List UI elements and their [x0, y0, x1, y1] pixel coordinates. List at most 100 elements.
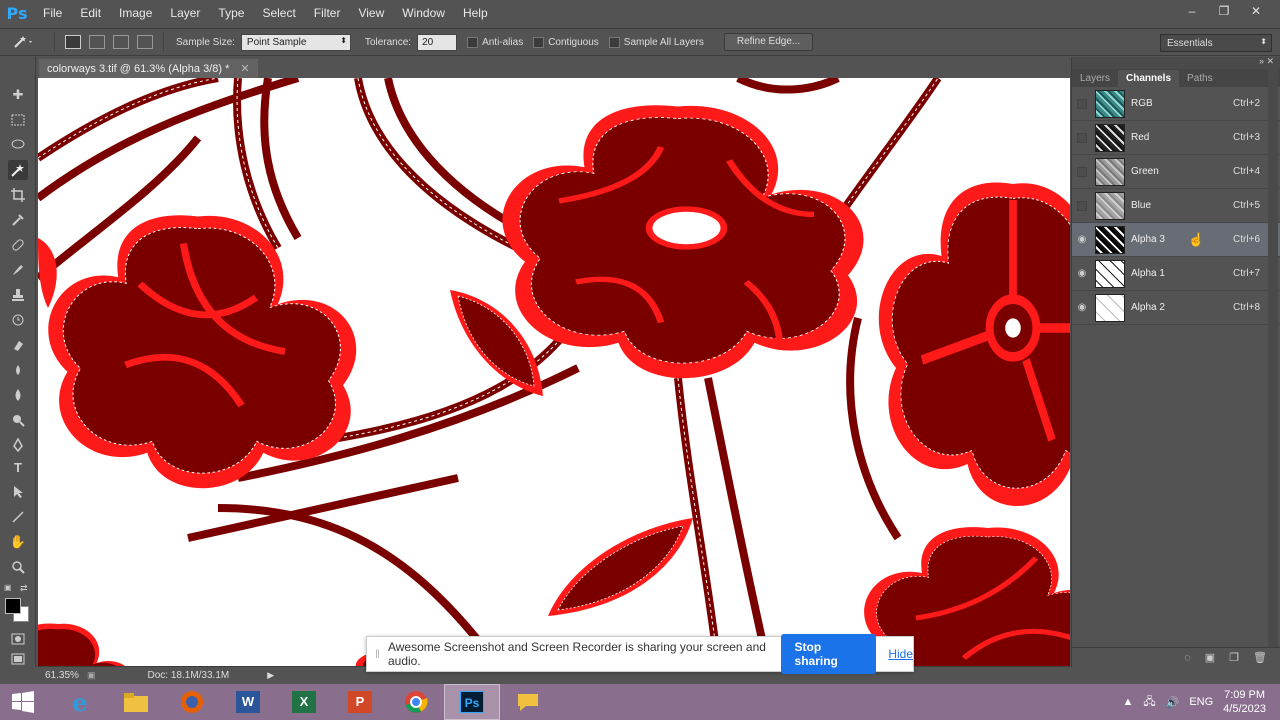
start-button[interactable] — [0, 684, 46, 720]
internet-explorer-icon[interactable]: e — [52, 684, 108, 720]
channel-row-green[interactable]: Green Ctrl+4 — [1072, 155, 1280, 189]
tolerance-input[interactable]: 20 — [417, 33, 458, 51]
gradient-tool-icon[interactable] — [8, 360, 28, 380]
word-icon[interactable]: W — [220, 684, 276, 720]
document-tab[interactable]: colorways 3.tif @ 61.3% (Alpha 3/8) * ✕ — [39, 59, 258, 78]
language-indicator[interactable]: ENG — [1189, 696, 1213, 708]
menu-select[interactable]: Select — [253, 0, 304, 26]
zoom-tool-icon[interactable] — [8, 557, 28, 577]
channel-shortcut: Ctrl+8 — [1233, 302, 1260, 313]
marquee-tool-icon[interactable] — [8, 110, 28, 130]
type-tool-icon[interactable]: T — [8, 457, 28, 477]
messages-icon[interactable] — [500, 684, 556, 720]
path-selection-tool-icon[interactable] — [8, 482, 28, 502]
chrome-icon[interactable] — [388, 684, 444, 720]
menu-layer[interactable]: Layer — [161, 0, 209, 26]
restore-icon[interactable]: ❐ — [1210, 2, 1238, 20]
sample-all-layers-checkbox[interactable] — [608, 36, 620, 48]
eyedropper-tool-icon[interactable] — [8, 210, 28, 230]
history-brush-tool-icon[interactable] — [8, 310, 28, 330]
document-canvas[interactable] — [38, 78, 1070, 666]
anti-alias-checkbox[interactable] — [467, 36, 479, 48]
menu-edit[interactable]: Edit — [71, 0, 110, 26]
hide-link[interactable]: Hide — [888, 647, 913, 661]
subtract-from-selection-icon[interactable] — [113, 35, 129, 49]
collapse-panels-icon[interactable]: » ✕ — [1259, 56, 1274, 67]
magic-wand-tool-icon[interactable] — [8, 160, 28, 180]
brush-tool-icon[interactable] — [8, 260, 28, 280]
eye-icon[interactable]: ◉ — [1072, 268, 1092, 279]
panel-scrollbar[interactable] — [1268, 69, 1278, 649]
menu-window[interactable]: Window — [393, 0, 454, 26]
load-channel-as-selection-icon[interactable]: ◌ — [1184, 652, 1191, 664]
show-hidden-icons-icon[interactable]: ▲ — [1122, 696, 1133, 708]
foreground-color-swatch[interactable] — [5, 598, 21, 614]
lasso-tool-icon[interactable] — [8, 135, 28, 155]
network-icon[interactable]: 🖧 — [1143, 693, 1155, 712]
menu-help[interactable]: Help — [454, 0, 497, 26]
eye-icon[interactable]: ◉ — [1072, 302, 1092, 313]
excel-icon[interactable]: X — [276, 684, 332, 720]
sample-size-value: Point Sample — [246, 36, 307, 48]
line-tool-icon[interactable] — [8, 507, 28, 527]
status-info-icon[interactable]: ▣ — [87, 670, 96, 681]
swap-colors-icon[interactable]: ⇄ — [20, 583, 30, 593]
default-colors-icon[interactable]: ▣ — [4, 583, 14, 593]
tab-paths[interactable]: Paths — [1179, 70, 1221, 87]
delete-channel-icon[interactable]: 🗑 — [1253, 651, 1267, 664]
save-selection-as-channel-icon[interactable]: ▣ — [1205, 651, 1215, 664]
close-document-icon[interactable]: ✕ — [240, 63, 249, 75]
drag-handle-icon[interactable]: ‖ — [375, 647, 380, 661]
tab-layers[interactable]: Layers — [1072, 70, 1118, 87]
channel-row-alpha-2[interactable]: ◉ Alpha 2 Ctrl+8 — [1072, 291, 1280, 325]
visibility-toggle[interactable] — [1072, 132, 1092, 143]
magic-wand-preset-icon[interactable] — [0, 34, 48, 50]
menu-type[interactable]: Type — [209, 0, 253, 26]
menu-filter[interactable]: Filter — [305, 0, 350, 26]
status-menu-arrow-icon[interactable]: ▶ — [267, 670, 274, 681]
zoom-level-field[interactable]: 61.35% — [37, 670, 79, 681]
volume-icon[interactable]: 🔊 — [1166, 696, 1180, 709]
intersect-selection-icon[interactable] — [137, 35, 153, 49]
eye-icon[interactable]: ◉ — [1072, 234, 1092, 245]
healing-brush-tool-icon[interactable] — [8, 235, 28, 255]
visibility-toggle[interactable] — [1072, 166, 1092, 177]
clock[interactable]: 7:09 PM 4/5/2023 — [1223, 688, 1266, 716]
new-channel-icon[interactable]: ❐ — [1229, 651, 1239, 664]
new-selection-icon[interactable] — [65, 35, 81, 49]
workspace-select[interactable]: Essentials ⬍ — [1160, 34, 1272, 52]
pen-tool-icon[interactable] — [8, 435, 28, 455]
powerpoint-icon[interactable]: P — [332, 684, 388, 720]
visibility-toggle[interactable] — [1072, 200, 1092, 211]
clone-stamp-tool-icon[interactable] — [8, 285, 28, 305]
menu-file[interactable]: File — [34, 0, 71, 26]
channel-row-rgb[interactable]: RGB Ctrl+2 — [1072, 87, 1280, 121]
quick-mask-icon[interactable] — [8, 629, 28, 649]
hand-tool-icon[interactable]: ✋ — [8, 532, 28, 552]
channel-row-alpha-1[interactable]: ◉ Alpha 1 Ctrl+7 — [1072, 257, 1280, 291]
minimize-icon[interactable]: – — [1178, 2, 1206, 20]
add-to-selection-icon[interactable] — [89, 35, 105, 49]
tab-channels[interactable]: Channels — [1118, 70, 1180, 87]
dodge-tool-icon[interactable] — [8, 410, 28, 430]
move-tool-icon[interactable]: ✚ — [8, 85, 28, 105]
file-explorer-icon[interactable] — [108, 684, 164, 720]
eraser-tool-icon[interactable] — [8, 335, 28, 355]
close-icon[interactable]: ✕ — [1242, 2, 1270, 20]
menu-image[interactable]: Image — [110, 0, 161, 26]
blur-tool-icon[interactable] — [8, 385, 28, 405]
refine-edge-button[interactable]: Refine Edge... — [723, 33, 814, 51]
photoshop-taskbar-icon[interactable]: Ps — [444, 684, 500, 720]
firefox-icon[interactable] — [164, 684, 220, 720]
screen-mode-icon[interactable] — [8, 649, 28, 669]
contiguous-checkbox[interactable] — [533, 36, 545, 48]
hand-cursor-icon: ☝ — [1188, 232, 1205, 247]
channel-row-blue[interactable]: Blue Ctrl+5 — [1072, 189, 1280, 223]
channel-row-alpha-3[interactable]: ◉ Alpha 3 ☝ Ctrl+6 — [1072, 223, 1280, 257]
sample-size-select[interactable]: Point Sample ⬍ — [240, 33, 351, 51]
visibility-toggle[interactable] — [1072, 98, 1092, 109]
stop-sharing-button[interactable]: Stop sharing — [780, 634, 877, 674]
crop-tool-icon[interactable] — [8, 185, 28, 205]
menu-view[interactable]: View — [349, 0, 393, 26]
channel-row-red[interactable]: Red Ctrl+3 — [1072, 121, 1280, 155]
